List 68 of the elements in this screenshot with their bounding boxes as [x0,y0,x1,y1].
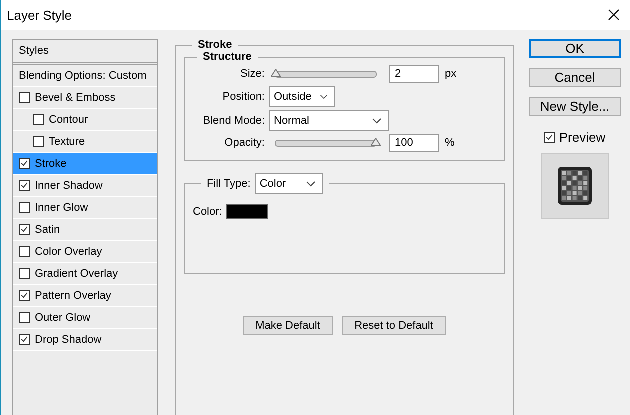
style-label: Satin [35,224,60,236]
position-dropdown[interactable]: Outside [269,86,335,107]
style-list-item[interactable]: Inner Glow [13,197,157,219]
style-list-item[interactable]: Drop Shadow [13,329,157,351]
checkbox[interactable] [19,92,30,103]
style-list-item[interactable]: Blending Options: Custom [13,65,157,87]
style-list-item[interactable]: Contour [13,109,157,131]
panel-button[interactable]: Reset to Default [342,316,446,335]
checkbox[interactable] [19,312,30,323]
checkbox[interactable] [19,158,30,169]
caret-icon [320,94,328,100]
field-label: Color: [193,206,222,218]
checkbox[interactable] [19,224,30,235]
style-list-item[interactable]: Satin [13,219,157,241]
checkbox[interactable] [19,268,30,279]
preview-label: Preview [559,130,606,145]
field-label: Opacity: [224,137,265,149]
input-field[interactable]: 100 [389,134,439,152]
style-label: Drop Shadow [35,334,102,346]
group-title: Stroke [197,39,234,51]
style-label: Texture [49,136,86,148]
checkbox[interactable] [19,246,30,257]
checkbox[interactable] [19,202,30,213]
input-field[interactable]: 2 [389,65,439,83]
checkbox[interactable] [19,334,30,345]
style-list-item[interactable]: Inner Shadow [13,175,157,197]
close-icon[interactable] [608,9,620,21]
style-list-item[interactable]: Stroke [13,153,157,175]
style-label: Stroke [35,158,67,170]
style-list-item[interactable]: Color Overlay [13,241,157,263]
field-label: Position: [222,90,265,102]
style-label: Color Overlay [35,246,102,258]
caret-icon [372,118,382,124]
style-list-item[interactable]: Bevel & Emboss [13,87,157,109]
field-label: Blend Mode: [202,114,265,126]
checkbox[interactable] [33,114,44,125]
style-label: Gradient Overlay [35,268,118,280]
checkbox[interactable] [544,132,556,143]
slider-thumb[interactable] [371,138,381,146]
checkbox[interactable] [19,290,30,301]
style-label: Outer Glow [35,312,91,324]
unit-label: px [445,68,457,80]
style-label: Pattern Overlay [35,290,112,302]
style-list-item[interactable]: Pattern Overlay [13,285,157,307]
style-label: Inner Glow [35,202,88,214]
style-label: Contour [49,114,88,126]
group-title: Structure [202,51,253,63]
panel-button[interactable]: Make Default [243,316,333,335]
fill-type-dropdown[interactable]: Color [254,173,323,194]
caret-icon [306,180,316,186]
checkbox[interactable] [33,136,44,147]
dialog-button[interactable]: New Style... [529,97,621,116]
style-label: Bevel & Emboss [35,92,116,104]
styles-header[interactable]: Styles [13,40,157,65]
field-label: Size: [240,68,265,80]
style-list-item[interactable]: Gradient Overlay [13,263,157,285]
dialog-button[interactable]: Cancel [529,68,621,87]
unit-label: % [445,137,455,149]
dialog-button[interactable]: OK [529,39,621,58]
window-title: Layer Style [7,8,72,22]
pattern-swatch-icon [557,166,593,206]
slider-thumb[interactable] [271,68,281,76]
blend-mode-dropdown[interactable]: Normal [269,110,389,131]
style-label: Inner Shadow [35,180,103,192]
style-list-item[interactable]: Outer Glow [13,307,157,329]
checkbox[interactable] [19,180,30,191]
field-label: Fill Type: [207,178,251,190]
color-swatch[interactable] [226,204,268,219]
